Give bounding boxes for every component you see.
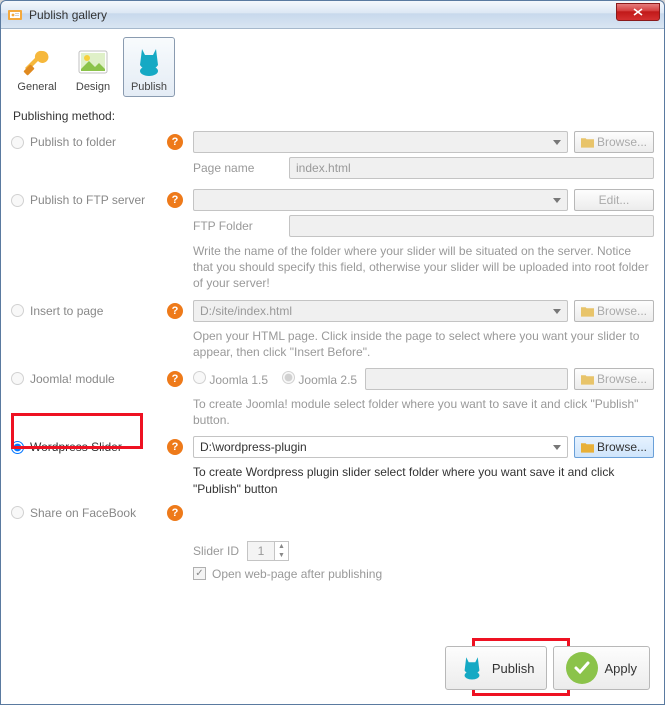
help-icon[interactable]: ? (167, 192, 183, 208)
tab-bar: General Design Publish (11, 33, 654, 103)
help-icon[interactable]: ? (167, 303, 183, 319)
check-icon (566, 652, 598, 684)
tab-label: Design (76, 81, 110, 93)
ftp-server-combo[interactable] (193, 189, 568, 211)
radio-joomla25[interactable]: Joomla 2.5 (282, 371, 357, 387)
window-title: Publish gallery (29, 8, 616, 22)
browse-page-button[interactable]: Browse... (574, 300, 654, 322)
ftp-folder-input[interactable] (289, 215, 654, 237)
titlebar[interactable]: Publish gallery (1, 1, 664, 29)
dialog-footer: Publish Apply (445, 646, 650, 690)
app-icon (7, 7, 23, 23)
tab-design[interactable]: Design (67, 37, 119, 97)
tab-label: Publish (131, 81, 167, 93)
folder-path-combo[interactable] (193, 131, 568, 153)
section-title: Publishing method: (13, 109, 654, 123)
spinner-up-icon[interactable]: ▲ (275, 542, 288, 551)
help-icon[interactable]: ? (167, 371, 183, 387)
radio-facebook[interactable]: Share on FaceBook (11, 506, 161, 520)
wordpress-desc: To create Wordpress plugin slider select… (193, 464, 654, 496)
publish-button[interactable]: Publish (445, 646, 548, 690)
ftp-desc: Write the name of the folder where your … (193, 243, 654, 292)
checkbox-icon: ✓ (193, 567, 206, 580)
insert-desc: Open your HTML page. Click inside the pa… (193, 328, 654, 360)
radio-insert-page[interactable]: Insert to page (11, 304, 161, 318)
joomla-folder-input[interactable] (365, 368, 568, 390)
slider-id-label: Slider ID (193, 544, 239, 558)
radio-ftp[interactable]: Publish to FTP server (11, 193, 161, 207)
spinner-down-icon[interactable]: ▼ (275, 551, 288, 560)
close-icon (633, 8, 643, 16)
tab-general[interactable]: General (11, 37, 63, 97)
cat-icon (132, 45, 166, 79)
slider-id-spinner[interactable]: 1 ▲▼ (247, 541, 289, 561)
cat-icon (458, 654, 486, 682)
browse-folder-button[interactable]: Browse... (574, 131, 654, 153)
wrench-icon (20, 45, 54, 79)
open-after-checkbox[interactable]: ✓ Open web-page after publishing (193, 567, 382, 581)
page-name-label: Page name (193, 161, 283, 175)
help-icon[interactable]: ? (167, 505, 183, 521)
tab-publish[interactable]: Publish (123, 37, 175, 97)
browse-wordpress-button[interactable]: Browse... (574, 436, 654, 458)
help-icon[interactable]: ? (167, 439, 183, 455)
radio-joomla15[interactable]: Joomla 1.5 (193, 371, 268, 387)
dialog-body: General Design Publish Publishing method… (1, 29, 664, 704)
folder-icon (581, 441, 594, 453)
joomla-version-group: Joomla 1.5 Joomla 2.5 (193, 371, 357, 387)
page-name-input[interactable]: index.html (289, 157, 654, 179)
radio-publish-folder[interactable]: Publish to folder (11, 135, 161, 149)
apply-button[interactable]: Apply (553, 646, 650, 690)
tab-label: General (17, 81, 56, 93)
browse-joomla-button[interactable]: Browse... (574, 368, 654, 390)
help-icon[interactable]: ? (167, 134, 183, 150)
highlight-wordpress-radio (11, 413, 143, 449)
wordpress-folder-combo[interactable]: D:\wordpress-plugin (193, 436, 568, 458)
image-icon (76, 45, 110, 79)
edit-ftp-button[interactable]: Edit... (574, 189, 654, 211)
folder-icon (581, 136, 594, 148)
insert-page-combo[interactable]: D:/site/index.html (193, 300, 568, 322)
close-button[interactable] (616, 3, 660, 21)
radio-joomla[interactable]: Joomla! module (11, 372, 161, 386)
folder-icon (581, 305, 594, 317)
publish-dialog: Publish gallery General Design (0, 0, 665, 705)
joomla-desc: To create Joomla! module select folder w… (193, 396, 654, 428)
folder-icon (581, 373, 594, 385)
ftp-folder-label: FTP Folder (193, 219, 283, 233)
